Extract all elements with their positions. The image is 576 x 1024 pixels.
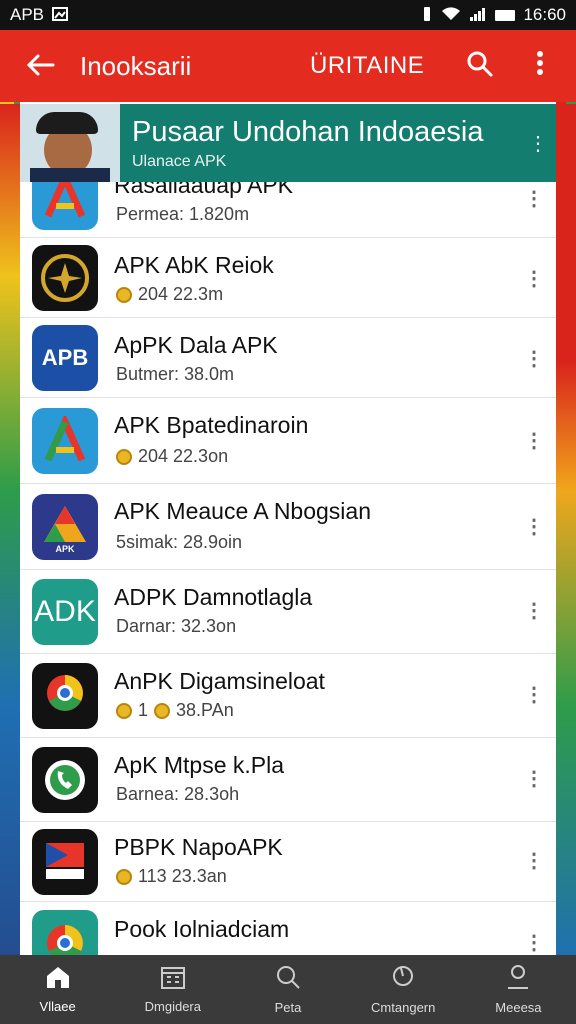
list-item[interactable]: ADK ADPK Damnotlagla Darnar: 32.3on ⋮	[20, 570, 556, 654]
item-more-icon[interactable]: ⋮	[524, 186, 544, 211]
image-icon	[52, 6, 69, 24]
app-name: Rasaliaauap APK	[114, 182, 294, 198]
svg-text:APK: APK	[55, 544, 75, 554]
nav-calendar[interactable]: Dmgidera	[115, 955, 230, 1024]
phone-chat-icon	[32, 747, 98, 813]
wifi-icon	[441, 6, 461, 24]
list-item[interactable]: PBPK NapoAPK 113 23.3an ⋮	[20, 822, 556, 902]
app-name: PBPK NapoAPK	[114, 834, 283, 860]
banner-more-icon[interactable]: ⋮	[520, 131, 556, 156]
nav-profile[interactable]: Meeesa	[461, 955, 576, 1024]
avatar	[20, 104, 120, 182]
app-name: APK Bpatedinaroin	[114, 412, 309, 438]
item-more-icon[interactable]: ⋮	[524, 346, 544, 371]
rainbow-background-right	[556, 104, 576, 964]
apb-text-icon: APB	[32, 325, 98, 391]
nav-label: Vllaee	[39, 999, 76, 1014]
location-icon	[390, 964, 416, 996]
vibrate-icon	[421, 6, 433, 25]
item-more-icon[interactable]: ⋮	[524, 848, 544, 873]
app-name: ApK Mtpse k.Pla	[114, 752, 285, 778]
coin-icon	[116, 868, 132, 885]
chrome-icon	[32, 910, 98, 955]
app-bar: Inooksarii ÜRITAINE	[0, 30, 576, 102]
nav-label: Dmgidera	[144, 999, 201, 1014]
apk-triangle-icon: APK	[32, 494, 98, 560]
app-meta: 5simak: 28.9oin	[116, 532, 243, 552]
clock: 16:60	[523, 5, 566, 24]
app-name: APK Meauce A Nbogsian	[114, 498, 371, 524]
list-item[interactable]: APK AbK Reiok 204 22.3m ⋮	[20, 238, 556, 318]
carrier-label: APB	[10, 5, 45, 24]
list-item[interactable]: Rasaliaauap APK Permea: 1.820m ⋮	[20, 182, 556, 238]
app-subtitle: ÜRITAINE	[310, 52, 425, 79]
item-more-icon[interactable]: ⋮	[524, 598, 544, 623]
list-item[interactable]: AnPK Digamsineloat 1 38.PAn ⋮	[20, 654, 556, 738]
app-meta: Butmer: 38.0m	[116, 364, 235, 384]
home-icon	[45, 965, 71, 995]
app-name: ApPK Dala APK	[114, 332, 278, 358]
app-meta: 113 23.3an	[116, 866, 227, 887]
app-meta: 204 22.3on	[116, 446, 228, 467]
list-item[interactable]: APB ApPK Dala APK Butmer: 38.0m ⋮	[20, 318, 556, 398]
more-vert-icon[interactable]	[510, 50, 570, 83]
app-list: Rasaliaauap APK Permea: 1.820m ⋮ APK AbK…	[20, 182, 556, 955]
adk-text-icon: ADK	[32, 579, 98, 645]
item-more-icon[interactable]: ⋮	[524, 266, 544, 291]
nav-search[interactable]: Peta	[230, 955, 345, 1024]
nav-label: Meeesa	[495, 1000, 542, 1015]
coin-icon	[116, 448, 132, 465]
app-meta: 1 38.PAn	[116, 700, 234, 721]
colored-a-icon	[32, 182, 98, 230]
flag-stack-icon	[32, 829, 98, 895]
app-meta: Darnar: 32.3on	[116, 616, 237, 636]
coin-icon	[154, 702, 171, 719]
item-more-icon[interactable]: ⋮	[524, 766, 544, 791]
nav-location[interactable]: Cmtangern	[346, 955, 461, 1024]
profile-icon	[505, 964, 531, 996]
nav-home[interactable]: Vllaee	[0, 955, 115, 1024]
app-meta: Barnea: 28.3oh	[116, 784, 240, 804]
chrome-wreath-icon	[32, 663, 98, 729]
signal-icon	[469, 7, 487, 24]
bottom-navigation: Vllaee Dmgidera Peta Cmtangern Meeesa	[0, 955, 576, 1024]
list-item[interactable]: ApK Mtpse k.Pla Barnea: 28.3oh ⋮	[20, 738, 556, 822]
app-name: AnPK Digamsineloat	[114, 668, 325, 694]
coin-icon	[116, 702, 132, 719]
app-name: APK AbK Reiok	[114, 252, 274, 278]
app-name: ADPK Damnotlagla	[114, 584, 313, 610]
list-item[interactable]: APK Bpatedinaroin 204 22.3on ⋮	[20, 398, 556, 484]
calendar-icon	[160, 965, 186, 995]
item-more-icon[interactable]: ⋮	[524, 930, 544, 955]
item-more-icon[interactable]: ⋮	[524, 514, 544, 539]
rainbow-background-left	[0, 104, 20, 964]
item-more-icon[interactable]: ⋮	[524, 682, 544, 707]
featured-banner[interactable]: Pusaar Undohan Indoaesia Ulanace APK ⋮	[20, 104, 556, 182]
nav-label: Cmtangern	[371, 1000, 436, 1015]
nav-label: Peta	[274, 1000, 302, 1015]
status-bar: APB 16:60	[0, 0, 576, 30]
search-icon	[275, 964, 301, 996]
battery-icon	[495, 9, 516, 21]
app-meta: 204 22.3m	[116, 284, 223, 305]
list-item[interactable]: Pook Iolniadciam ⋮	[20, 902, 556, 955]
banner-title: Pusaar Undohan Indoaesia	[132, 116, 484, 148]
app-name: Pook Iolniadciam	[114, 916, 290, 942]
coin-icon	[116, 286, 132, 303]
search-icon[interactable]	[450, 50, 510, 83]
list-item[interactable]: APK APK Meauce A Nbogsian 5simak: 28.9oi…	[20, 484, 556, 570]
banner-subtitle: Ulanace APK	[132, 153, 227, 170]
garuda-emblem-icon	[32, 245, 98, 311]
colored-a-icon	[32, 408, 98, 474]
app-title: Inooksarii	[80, 50, 192, 81]
app-meta: Permea: 1.820m	[116, 204, 250, 224]
back-arrow-icon[interactable]	[0, 30, 80, 102]
item-more-icon[interactable]: ⋮	[524, 428, 544, 453]
